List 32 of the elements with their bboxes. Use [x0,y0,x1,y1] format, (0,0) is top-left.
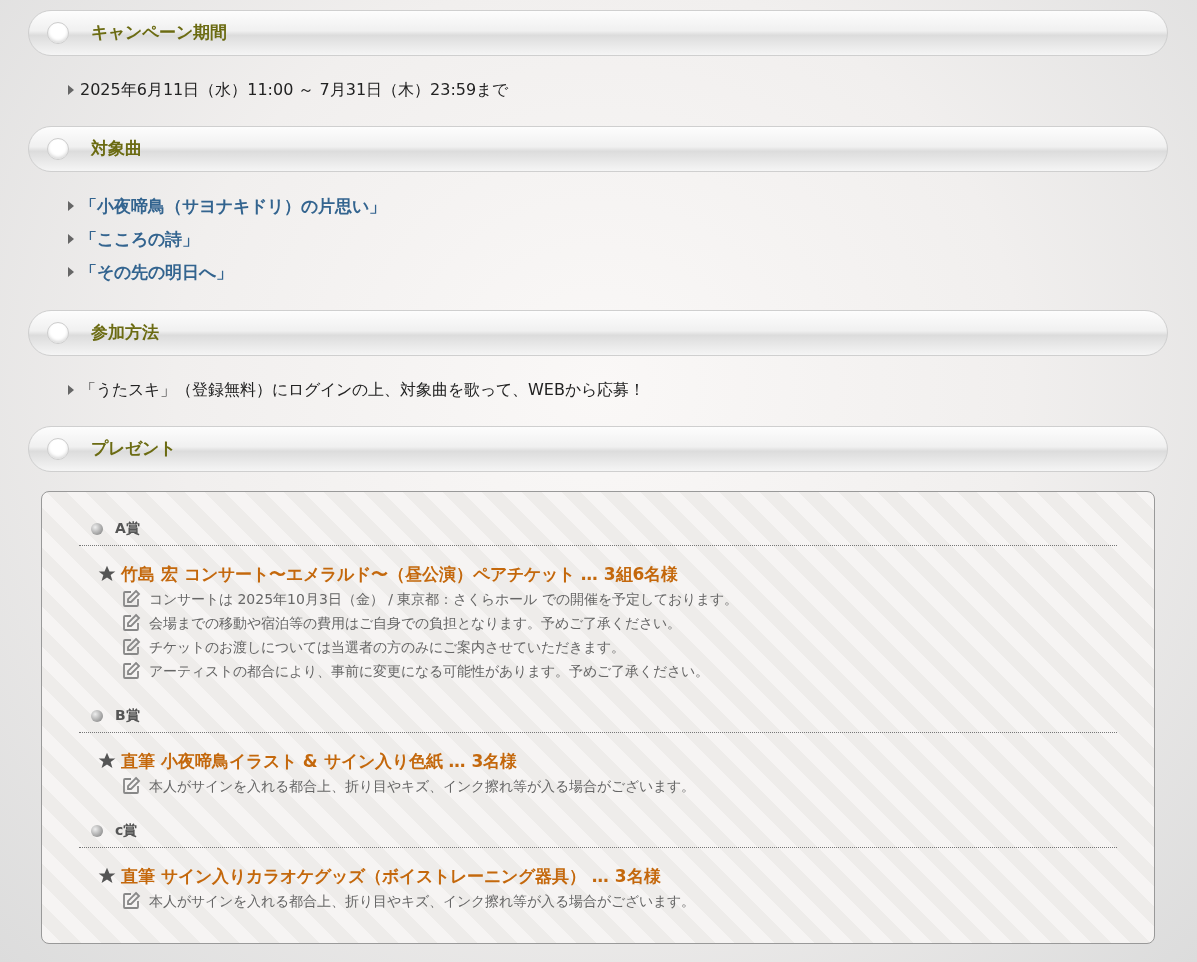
prize-title: 竹島 宏 コンサート〜エメラルド〜（昼公演）ペアチケット … 3組6名様 [121,563,679,586]
note-text: コンサートは 2025年10月3日（金） / 東京都：さくらホール での開催を予定しております。 [149,589,738,609]
bullet-icon [68,234,74,244]
prize-label: A賞 [115,519,140,538]
song-link[interactable]: 「こころの詩」 [80,227,199,251]
prize-label: B賞 [115,706,140,725]
section-title: 対象曲 [91,137,142,161]
note-text: 本人がサインを入れる都合上、折り目やキズ、インク擦れ等が入る場合がございます。 [149,891,695,911]
section-title: 参加方法 [91,321,159,345]
edit-icon [121,637,141,657]
note-text: チケットのお渡しについては当選者の方のみにご案内させていただきます。 [149,637,625,657]
info-text: 「うたスキ」（登録無料）にログインの上、対象曲を歌って、WEBから応募！ [80,379,645,401]
edit-icon [121,613,141,633]
section-title: プレゼント [91,437,176,461]
section-title: キャンペーン期間 [91,21,227,45]
bullet-icon [68,267,74,277]
edit-icon [121,661,141,681]
bullet-icon [68,201,74,211]
song-link[interactable]: 「その先の明日へ」 [80,260,233,284]
prize-title: 直筆 小夜啼鳥イラスト & サイン入り色紙 … 3名様 [121,750,518,773]
edit-icon [121,776,141,796]
bullet-icon [68,85,74,95]
info-text: 2025年6月11日（水）11:00 ～ 7月31日（木）23:59まで [80,79,509,101]
note-text: 会場までの移動や宿泊等の費用はご自身での負担となります。予めご了承ください。 [149,613,681,633]
note-text: 本人がサインを入れる都合上、折り目やキズ、インク擦れ等が入る場合がございます。 [149,776,695,796]
note-text: アーティストの都合により、事前に変更になる可能性があります。予めご了承ください。 [149,661,709,681]
prize-title: 直筆 サイン入りカラオケグッズ（ボイストレーニング器具） … 3名様 [121,865,661,888]
bullet-icon [68,385,74,395]
edit-icon [121,891,141,911]
prize-label: c賞 [115,821,138,840]
edit-icon [121,589,141,609]
song-link[interactable]: 「小夜啼鳥（サヨナキドリ）の片思い」 [80,194,386,218]
